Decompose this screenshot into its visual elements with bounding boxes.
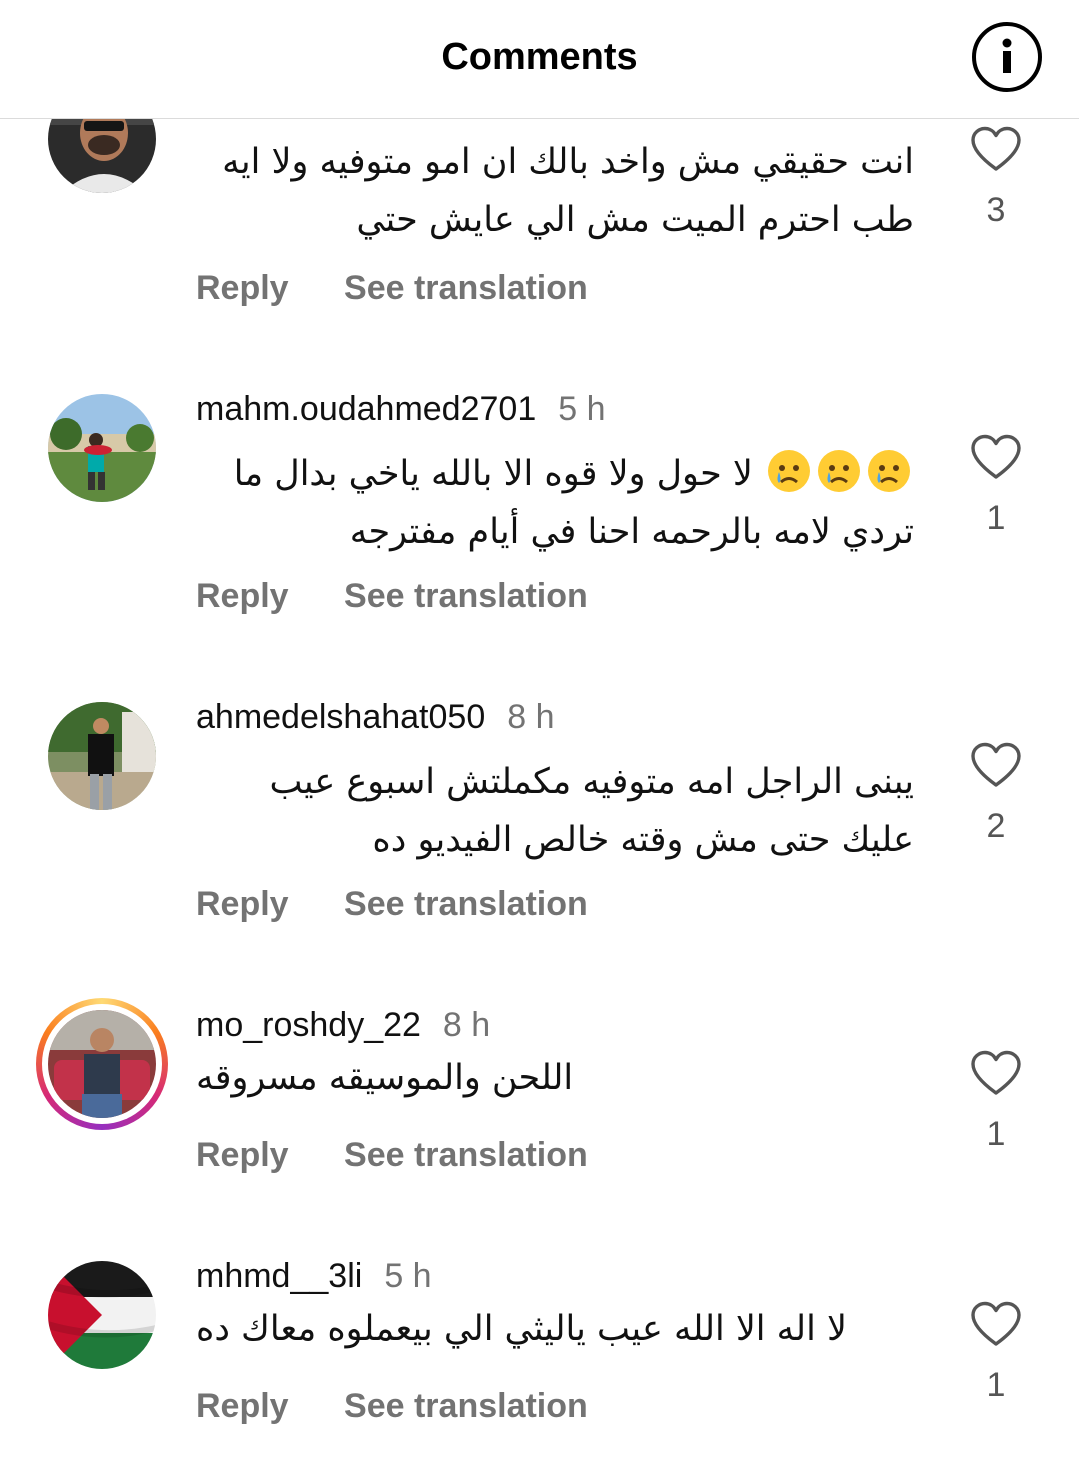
avatar[interactable] — [48, 394, 156, 502]
crying-face-emoji-icon — [768, 450, 810, 492]
reply-button[interactable]: Reply — [196, 1133, 289, 1177]
heart-icon[interactable] — [970, 742, 1022, 788]
see-translation-button[interactable]: See translation — [344, 574, 588, 618]
comment-meta: mahm.oudahmed2701 5 h — [196, 387, 606, 431]
heart-icon[interactable] — [970, 1050, 1022, 1096]
see-translation-button[interactable]: See translation — [344, 882, 588, 926]
comment-actions: Reply See translation — [196, 1384, 588, 1428]
avatar[interactable] — [48, 702, 156, 810]
info-icon[interactable] — [972, 22, 1042, 92]
timestamp: 5 h — [384, 1257, 432, 1295]
see-translation-button[interactable]: See translation — [344, 266, 588, 310]
avatar[interactable] — [48, 119, 156, 193]
heart-icon[interactable] — [970, 434, 1022, 480]
see-translation-button[interactable]: See translation — [344, 1384, 588, 1428]
comment-meta: ahmedelshahat050 8 h — [196, 695, 555, 739]
comment-text: لا اله الا الله عيب ياليثي الي بيعملوه م… — [196, 1309, 847, 1349]
crying-face-emoji-icon — [818, 450, 860, 492]
username[interactable]: ahmedelshahat050 — [196, 698, 485, 736]
comment-meta: mhmd__3li 5 h — [196, 1254, 432, 1298]
timestamp: 8 h — [507, 698, 555, 736]
see-translation-button[interactable]: See translation — [344, 1133, 588, 1177]
reply-button[interactable]: Reply — [196, 266, 289, 310]
avatar[interactable] — [36, 998, 168, 1130]
username[interactable]: mo_roshdy_22 — [196, 1006, 421, 1044]
comment-text: لا حول ولا قوه الا بالله ياخي بدال ما تر… — [196, 445, 914, 561]
heart-icon[interactable] — [970, 126, 1022, 172]
reply-button[interactable]: Reply — [196, 1384, 289, 1428]
like-count: 1 — [986, 1366, 1006, 1404]
avatar[interactable] — [48, 1261, 156, 1369]
top-bar: Comments — [0, 0, 1079, 119]
comment-actions: Reply See translation — [196, 574, 588, 618]
comments-list[interactable]: انت حقيقي مش واخد بالك ان امو متوفيه ولا… — [0, 119, 1079, 1463]
comment-text: انت حقيقي مش واخد بالك ان امو متوفيه ولا… — [222, 142, 914, 240]
like-count: 3 — [986, 191, 1006, 229]
timestamp: 8 h — [442, 1006, 491, 1044]
heart-icon[interactable] — [970, 1301, 1022, 1347]
comment-actions: Reply See translation — [196, 1133, 588, 1177]
comment-actions: Reply See translation — [196, 882, 588, 926]
username[interactable]: mahm.oudahmed2701 — [196, 390, 536, 428]
comment-meta: mo_roshdy_22 8 h — [196, 1003, 490, 1047]
timestamp: 5 h — [558, 390, 606, 428]
comment-text: اللحن والموسيقه مسروقه — [196, 1058, 574, 1098]
reply-button[interactable]: Reply — [196, 882, 289, 926]
comment-actions: Reply See translation — [196, 266, 588, 310]
like-count: 1 — [986, 499, 1006, 537]
page-title: Comments — [441, 36, 638, 78]
reply-button[interactable]: Reply — [196, 574, 289, 618]
like-count: 1 — [986, 1115, 1006, 1153]
crying-face-emoji-icon — [868, 450, 910, 492]
like-count: 2 — [986, 807, 1006, 845]
comment-text: يبنى الراجل امه متوفيه مكملتش اسبوع عيب … — [269, 762, 914, 860]
username[interactable]: mhmd__3li — [196, 1257, 362, 1295]
